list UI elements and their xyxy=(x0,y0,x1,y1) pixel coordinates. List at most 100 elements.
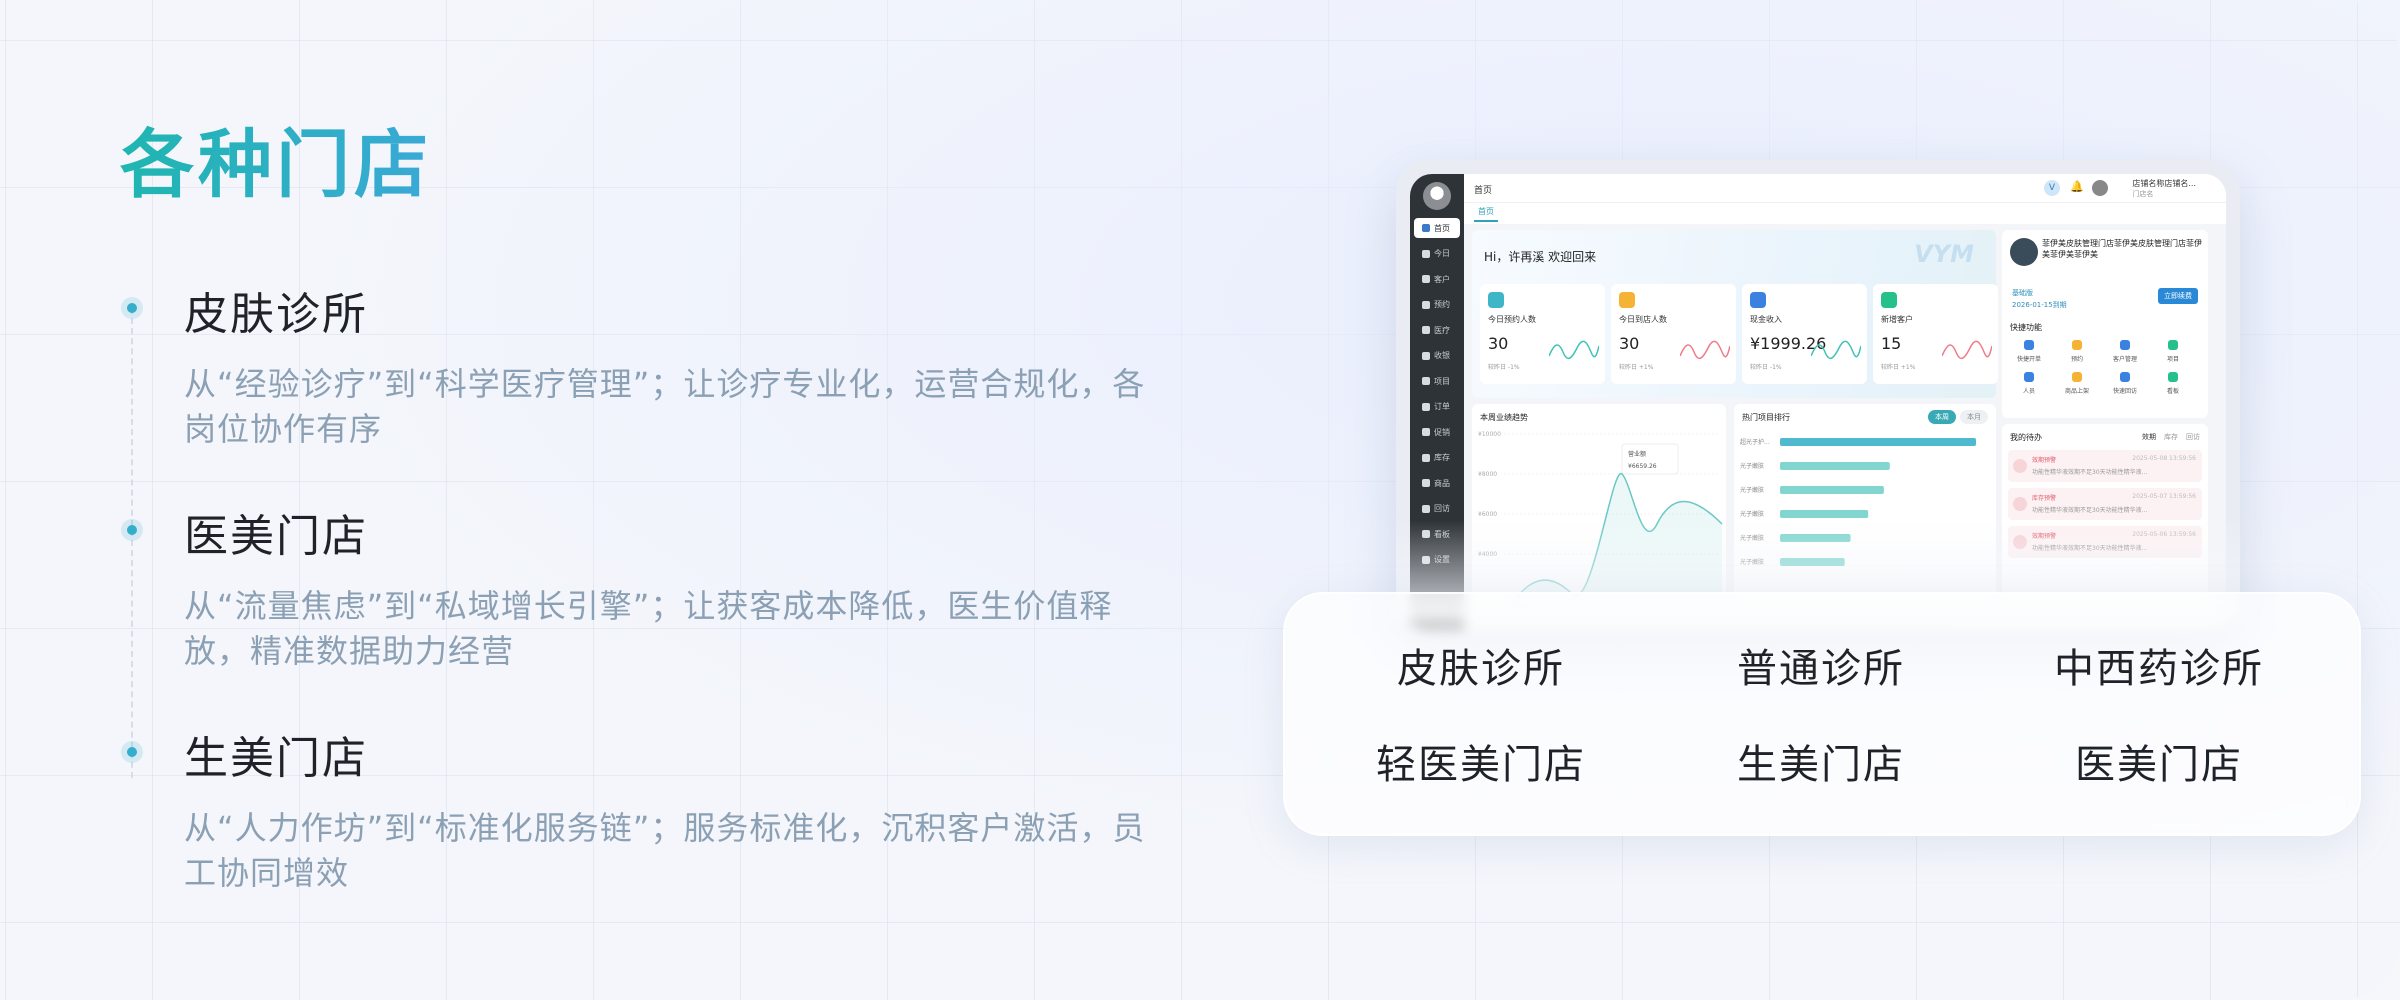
sidebar-item-label: 商品 xyxy=(1434,478,1450,488)
plan-expiry: 2026-01-15到期 xyxy=(2012,301,2067,309)
quick-function-item[interactable]: 看板 xyxy=(2156,372,2190,395)
todo-item[interactable]: 效期预警 2025-05-08 13:59:56 功能性精华液效期不足30天功能性精… xyxy=(2008,450,2202,482)
sidebar-item[interactable]: 首页 xyxy=(1414,218,1460,238)
store-type-label: 医美门店 xyxy=(2075,742,2243,788)
sidebar-item[interactable]: 回访 xyxy=(1414,499,1460,519)
todo-item[interactable]: 库存预警 2025-05-07 13:59:56 功能性精华液效期不足30天功能性精… xyxy=(2008,488,2202,520)
rank-bar xyxy=(1780,486,1884,494)
trend-y-tick: ¥8000 xyxy=(1478,471,1497,478)
quick-function-item[interactable]: 客户管理 xyxy=(2108,340,2142,363)
brand-watermark: VYM xyxy=(1914,240,1974,268)
sidebar-item[interactable]: 库存 xyxy=(1414,448,1460,468)
quick-function-label: 快速回访 xyxy=(2112,388,2137,395)
store-full-name: 菲伊美皮肤管理门店菲伊美皮肤管理门店菲伊美菲伊美菲伊美 xyxy=(2042,239,2202,259)
quick-function-item[interactable]: 人员 xyxy=(2012,372,2046,395)
stat-card[interactable]: 今日到店人数 30 较昨日 +1% xyxy=(1611,284,1736,384)
sidebar-item[interactable]: 医疗 xyxy=(1414,320,1460,340)
sidebar-item[interactable]: 收银 xyxy=(1414,346,1460,366)
vip-badge-icon[interactable]: V xyxy=(2044,180,2060,196)
stat-icon xyxy=(1488,292,1504,308)
todo-item-desc: 功能性精华液效期不足30天功能性精华液... xyxy=(2032,507,2148,514)
sidebar-item-label: 促销 xyxy=(1434,427,1450,437)
quick-function-item[interactable]: 项目 xyxy=(2156,340,2190,363)
quick-function-label: 看板 xyxy=(2166,388,2179,395)
quick-function-item[interactable]: 快捷开单 xyxy=(2012,340,2046,363)
stat-icon xyxy=(1619,292,1635,308)
trend-y-tick: ¥6000 xyxy=(1478,511,1497,518)
rank-item-label: 光子嫩肤 xyxy=(1740,486,1764,494)
quick-function-item[interactable]: 快速回访 xyxy=(2108,372,2142,395)
sidebar-item-label: 今日 xyxy=(1434,249,1450,258)
todo-tab-followup[interactable]: 回访 xyxy=(2186,432,2200,442)
stat-card[interactable]: 新增客户 15 较昨日 +1% xyxy=(1873,284,1998,384)
quick-function-item[interactable]: 商品上架 xyxy=(2060,372,2094,395)
sparkline xyxy=(1680,340,1730,360)
plan-level: 基础版 xyxy=(2012,289,2033,297)
rank-item-label: 超光子护... xyxy=(1740,438,1770,446)
rank-item-label: 光子嫩肤 xyxy=(1740,462,1764,470)
sidebar-item-icon xyxy=(1422,300,1430,309)
sidebar-item-label: 收银 xyxy=(1434,351,1450,360)
store-types-card: 皮肤诊所 普通诊所 中西药诊所 轻医美门店 生美门店 医美门店 xyxy=(1283,592,2361,836)
todo-tab-expiry[interactable]: 效期 xyxy=(2142,432,2156,442)
stat-card[interactable]: 现金收入 ¥1999.26 较昨日 -1% xyxy=(1742,284,1867,384)
stat-change: 较昨日 -1% xyxy=(1750,364,1782,371)
sidebar-item-label: 回访 xyxy=(1434,504,1450,513)
page-tabbar: 首页 xyxy=(1464,202,2226,225)
quick-function-icon xyxy=(2120,340,2130,350)
quick-function-icon xyxy=(2024,372,2034,382)
sidebar-item[interactable]: 项目 xyxy=(1414,371,1460,391)
sidebar-item-icon xyxy=(1422,402,1430,411)
todo-item-desc: 功能性精华液效期不足30天功能性精华液... xyxy=(2032,469,2148,476)
quick-function-icon xyxy=(2120,372,2130,382)
sidebar-item-label: 医疗 xyxy=(1434,325,1450,335)
trend-tooltip-label: 营业额 xyxy=(1628,450,1646,458)
sidebar-item-icon xyxy=(1422,504,1430,513)
sidebar-item-label: 客户 xyxy=(1434,274,1450,284)
store-type-label: 生美门店 xyxy=(1737,742,1905,788)
sidebar-item-icon xyxy=(1422,326,1430,334)
stat-label: 今日预约人数 xyxy=(1488,315,1536,324)
trend-y-tick: ¥10000 xyxy=(1478,431,1501,438)
section-title-life-beauty: 生美门店 xyxy=(184,733,368,784)
section-desc-life-beauty: 从“人力作坊”到“标准化服务链”；服务标准化，沉积客户激活，员工协同增效 xyxy=(184,809,1146,892)
sidebar-item[interactable]: 今日 xyxy=(1414,244,1460,264)
sidebar-item[interactable]: 客户 xyxy=(1414,269,1460,289)
quick-function-label: 快捷开单 xyxy=(2016,356,2041,363)
quick-function-label: 商品上架 xyxy=(2064,388,2089,395)
sidebar-item-label: 首页 xyxy=(1434,223,1450,233)
sidebar-item[interactable]: 订单 xyxy=(1414,397,1460,417)
store-switcher[interactable]: 店铺名称店铺名... 门店名 xyxy=(2132,179,2196,199)
quick-function-item[interactable]: 预约 xyxy=(2060,340,2094,363)
todo-tab-stock[interactable]: 库存 xyxy=(2164,432,2178,442)
todo-item-title: 效期预警 xyxy=(2032,457,2057,464)
quick-functions-title: 快捷功能 xyxy=(2010,323,2042,332)
sidebar-item[interactable]: 促销 xyxy=(1414,422,1460,442)
todo-item-title: 库存预警 xyxy=(2032,495,2057,502)
quick-function-icon xyxy=(2072,340,2082,350)
timeline-dot xyxy=(121,741,143,763)
breadcrumb[interactable]: 首页 xyxy=(1474,183,1492,196)
avatar[interactable] xyxy=(2092,180,2108,196)
sidebar-item[interactable]: 商品 xyxy=(1414,473,1460,493)
stat-change: 较昨日 +1% xyxy=(1881,364,1916,371)
store-sub: 门店名 xyxy=(2132,190,2154,198)
store-logo xyxy=(1423,182,1451,210)
welcome-text: Hi，许再溪 欢迎回来 xyxy=(1484,250,1597,264)
sidebar-item[interactable]: 预约 xyxy=(1414,295,1460,315)
stat-change: 较昨日 -1% xyxy=(1488,364,1520,371)
section-desc-skin-clinic: 从“经验诊疗”到“科学医疗管理”；让诊疗专业化，运营合规化，各岗位协作有序 xyxy=(184,365,1146,448)
stat-label: 今日到店人数 xyxy=(1619,315,1667,324)
timeline-line xyxy=(131,308,133,778)
tab-home[interactable]: 首页 xyxy=(1474,206,1498,222)
renew-button[interactable]: 立即续费 xyxy=(2158,288,2198,304)
sidebar-item-icon xyxy=(1422,428,1430,436)
quick-function-icon xyxy=(2168,340,2178,350)
bell-icon[interactable]: 🔔 xyxy=(2070,180,2084,193)
store-type-label: 中西药诊所 xyxy=(2054,646,2264,692)
todo-item-time: 2025-05-07 13:59:56 xyxy=(2132,493,2196,500)
stat-card[interactable]: 今日预约人数 30 较昨日 -1% xyxy=(1480,284,1605,384)
store-type-label: 普通诊所 xyxy=(1737,646,1905,692)
sidebar-item-icon xyxy=(1422,479,1430,487)
quick-function-label: 客户管理 xyxy=(2112,356,2137,363)
